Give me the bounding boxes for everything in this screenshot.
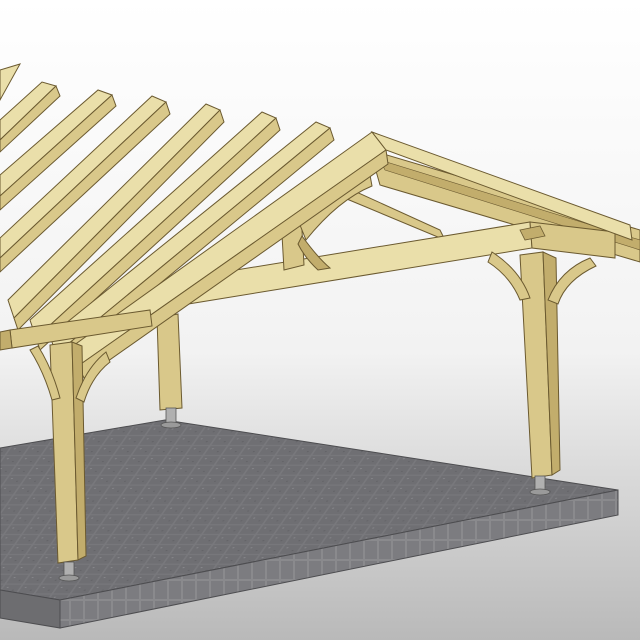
carport-render — [0, 0, 640, 640]
scene-viewport — [0, 0, 640, 640]
